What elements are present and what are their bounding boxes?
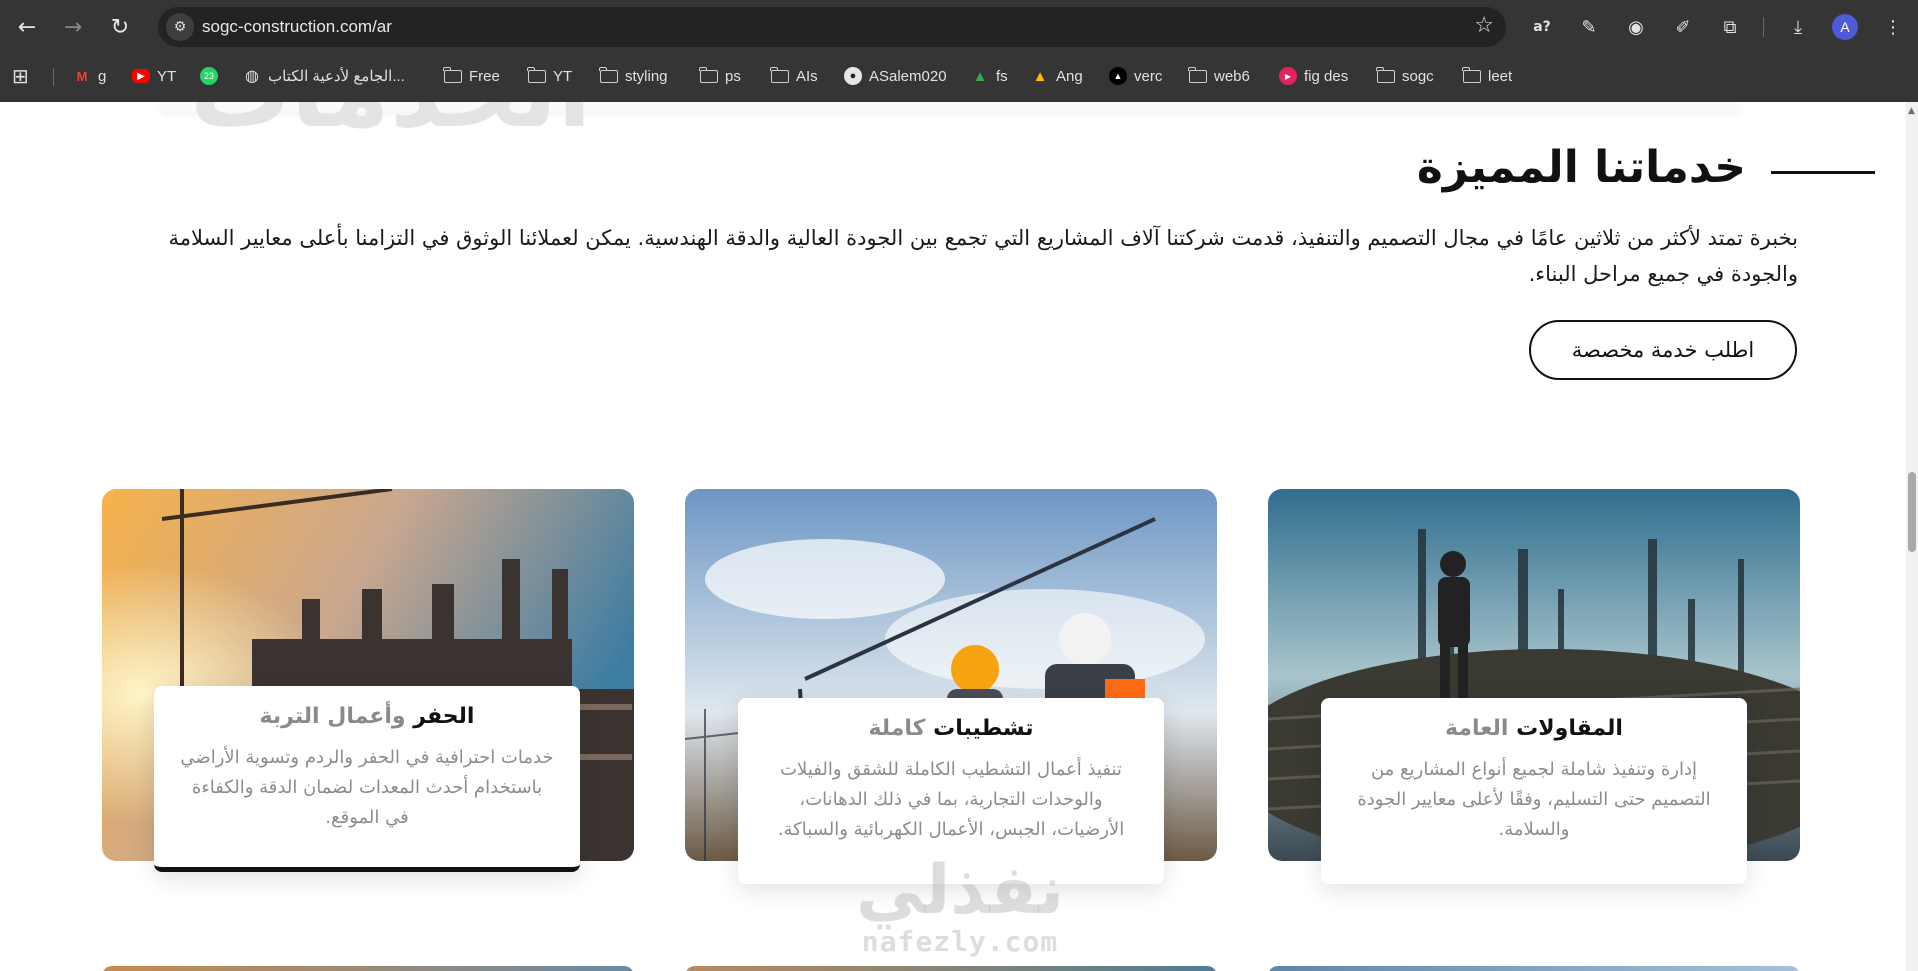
address-bar[interactable]: ⚙ sogc-construction.com/ar ☆ [158, 7, 1506, 47]
bookmark-label: leet [1488, 67, 1513, 85]
next-card-image-edge [1268, 966, 1800, 971]
bookmark-ang[interactable]: ▲ Ang [1031, 58, 1083, 94]
card-title: تشطيبات كاملة [764, 716, 1138, 741]
bookmark-label: Free [469, 67, 500, 85]
card-finishing[interactable]: تشطيبات كاملة تنفيذ أعمال التشطيب الكامل… [738, 698, 1164, 884]
card-excavation[interactable]: الحفر وأعمال التربة خدمات احترافية في ال… [154, 686, 580, 872]
globe-icon: ◍ [245, 68, 259, 85]
card-title-main: تشطيبات [933, 716, 1034, 741]
next-card-image-edge [685, 966, 1217, 971]
bookmark-label: fig des [1304, 67, 1349, 85]
scrollbar-thumb[interactable] [1908, 472, 1916, 552]
folder-icon [1188, 66, 1207, 83]
section-title: خدماتنا المميزة [1416, 142, 1746, 193]
bookmark-label: web6 [1214, 67, 1250, 85]
page-scrollbar[interactable]: ▲ [1906, 102, 1918, 971]
folder-icon [699, 66, 718, 83]
page-content: الخدمات خدماتنا المميزة بخبرة تمتد لأكثر… [0, 102, 1906, 971]
folder-icon [527, 66, 546, 83]
browser-menu-icon[interactable]: ⋮ [1878, 12, 1908, 42]
translate-extension-icon[interactable]: a? [1527, 12, 1557, 42]
bookmark-label: styling [625, 67, 668, 85]
section-background-heading: الخدمات [190, 102, 592, 142]
bookmark-label: Ang [1056, 67, 1083, 85]
bookmark-label: g [98, 67, 107, 85]
bookmark-folder-yt[interactable]: YT [527, 58, 573, 94]
bookmark-label: الجامع لأدعية الكتاب... [268, 68, 405, 85]
bookmark-label: ASalem020 [869, 67, 947, 85]
folder-icon [599, 66, 618, 83]
vercel-icon: ▲ [1109, 67, 1127, 85]
toolbar-separator [1763, 17, 1764, 37]
bookmark-folder-web6[interactable]: web6 [1188, 58, 1250, 94]
bookmark-label: verc [1134, 67, 1163, 85]
bookmarks-bar: ⊞ M g ▶ YT 23 ◍ الجامع لأدعية الكتاب... … [0, 58, 1918, 94]
bookmark-folder-sogc[interactable]: sogc [1376, 58, 1434, 94]
card-title-main: المقاولات [1516, 716, 1623, 741]
bookmark-yt[interactable]: ▶ YT [132, 58, 176, 94]
bookmark-label: fs [996, 67, 1008, 85]
youtube-icon: ▶ [132, 69, 150, 83]
devtools-extension-icon[interactable]: ◉ [1621, 12, 1651, 42]
gmail-icon: M [76, 68, 88, 84]
scroll-up-arrow-icon[interactable]: ▲ [1908, 106, 1915, 116]
back-button[interactable]: ← [10, 10, 44, 44]
title-accent-line [1771, 171, 1875, 174]
folder-icon [1376, 66, 1395, 83]
card-description: خدمات احترافية في الحفر والردم وتسوية ال… [180, 747, 554, 828]
card-title: المقاولات العامة [1347, 716, 1721, 741]
bookmark-folder-ais[interactable]: AIs [770, 58, 818, 94]
request-custom-service-button[interactable]: اطلب خدمة مخصصة [1529, 320, 1797, 380]
forward-button[interactable]: → [56, 10, 90, 44]
card-title-muted: العامة [1445, 716, 1509, 741]
download-icon[interactable]: ⤓ [1783, 12, 1813, 42]
bookmark-folder-leet[interactable]: leet [1462, 58, 1513, 94]
color-picker-extension-icon[interactable]: ✎ [1574, 12, 1604, 42]
folder-icon [770, 66, 789, 83]
bookmark-label: sogc [1402, 67, 1434, 85]
bookmark-whatsapp[interactable]: 23 [200, 58, 218, 94]
bookmark-vercel[interactable]: ▲ verc [1109, 58, 1162, 94]
section-intro: بخبرة تمتد لأكثر من ثلاثين عامًا في مجال… [168, 226, 1798, 286]
bookmark-fs[interactable]: ▲ fs [971, 58, 1008, 94]
reload-button[interactable]: ↻ [103, 10, 137, 44]
card-description: إدارة وتنفيذ شاملة لجميع أنواع المشاريع … [1357, 759, 1711, 840]
extensions-puzzle-icon[interactable]: ⧉ [1715, 12, 1745, 42]
whatsapp-icon: 23 [200, 67, 218, 85]
url-text[interactable]: sogc-construction.com/ar [202, 17, 392, 37]
browser-chrome: ← → ↻ ⚙ sogc-construction.com/ar ☆ a? ✎ … [0, 0, 1918, 102]
bookmark-folder-free[interactable]: Free [443, 58, 500, 94]
folder-icon [1462, 66, 1481, 83]
watermark-latin: nafezly.com [861, 925, 1059, 958]
profile-avatar[interactable]: A [1832, 14, 1858, 40]
google-drive-icon: ▲ [1032, 67, 1048, 85]
bookmark-fig-des[interactable]: ▶ fig des [1279, 58, 1348, 94]
bookmark-label: YT [157, 67, 177, 85]
bookmark-github[interactable]: ● ASalem020 [844, 58, 947, 94]
github-icon: ● [844, 67, 862, 85]
bookmarks-separator [53, 68, 54, 86]
card-title-muted: كاملة [868, 716, 926, 741]
card-title-main: الحفر [413, 704, 475, 729]
card-general-contracting[interactable]: المقاولات العامة إدارة وتنفيذ شاملة لجمي… [1321, 698, 1747, 884]
card-description: تنفيذ أعمال التشطيب الكاملة للشقق والفيل… [777, 759, 1125, 840]
bookmark-label: YT [553, 67, 573, 85]
bookmark-label: AIs [796, 67, 818, 85]
pen-extension-icon[interactable]: ✐ [1668, 12, 1698, 42]
apps-grid-icon[interactable]: ⊞ [12, 58, 29, 94]
bookmark-g[interactable]: M g [73, 58, 107, 94]
site-settings-icon[interactable]: ⚙ [166, 13, 194, 41]
folder-icon [443, 66, 462, 83]
bookmark-label: ps [725, 67, 741, 85]
bookmark-duas[interactable]: ◍ الجامع لأدعية الكتاب... [243, 58, 405, 94]
card-title: الحفر وأعمال التربة [180, 704, 554, 729]
bookmark-star-icon[interactable]: ☆ [1474, 13, 1494, 38]
next-card-image-edge [102, 966, 634, 971]
bookmark-folder-ps[interactable]: ps [699, 58, 741, 94]
card-title-muted: وأعمال التربة [259, 704, 406, 729]
google-drive-icon: ▲ [972, 67, 988, 85]
play-icon: ▶ [1279, 67, 1297, 85]
bookmark-folder-styling[interactable]: styling [599, 58, 668, 94]
